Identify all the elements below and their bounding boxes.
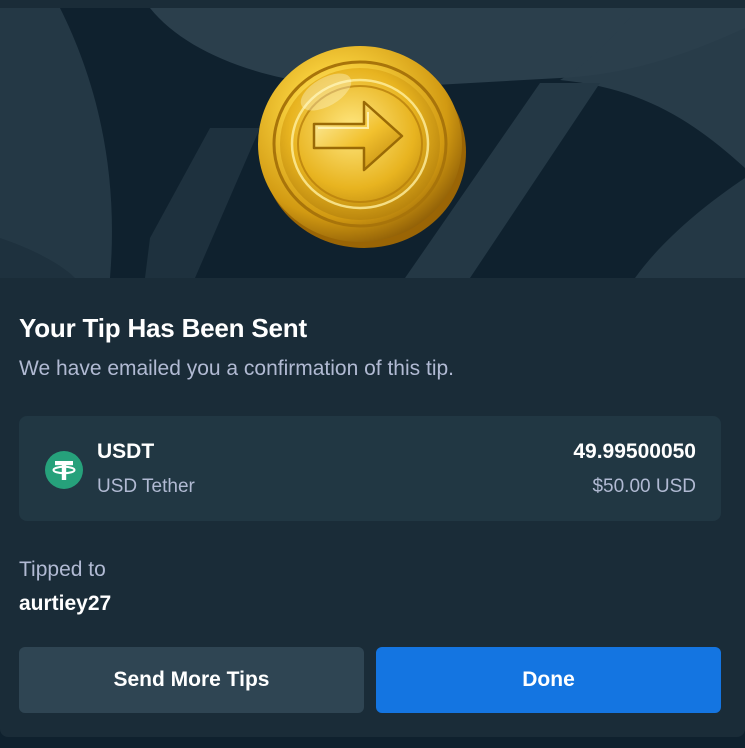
modal-subtitle: We have emailed you a confirmation of th…: [19, 357, 455, 380]
currency-name: USD Tether: [97, 476, 195, 497]
hero-banner: [0, 8, 745, 278]
tip-sent-modal: Your Tip Has Been Sent We have emailed y…: [0, 8, 745, 737]
gold-coin-arrow-icon: [258, 46, 466, 248]
recipient-username: aurtiey27: [19, 592, 112, 615]
send-more-tips-button[interactable]: Send More Tips: [19, 647, 364, 713]
modal-title: Your Tip Has Been Sent: [19, 313, 307, 343]
currency-code: USDT: [97, 440, 155, 463]
tip-amount: 49.99500050: [573, 440, 696, 463]
tipped-to-label: Tipped to: [19, 558, 106, 581]
tip-usd-value: $50.00 USD: [592, 476, 696, 497]
top-strip: [0, 0, 745, 8]
done-button[interactable]: Done: [376, 647, 721, 713]
currency-card: USDT USD Tether 49.99500050 $50.00 USD: [19, 416, 721, 521]
tether-icon: [45, 451, 83, 489]
